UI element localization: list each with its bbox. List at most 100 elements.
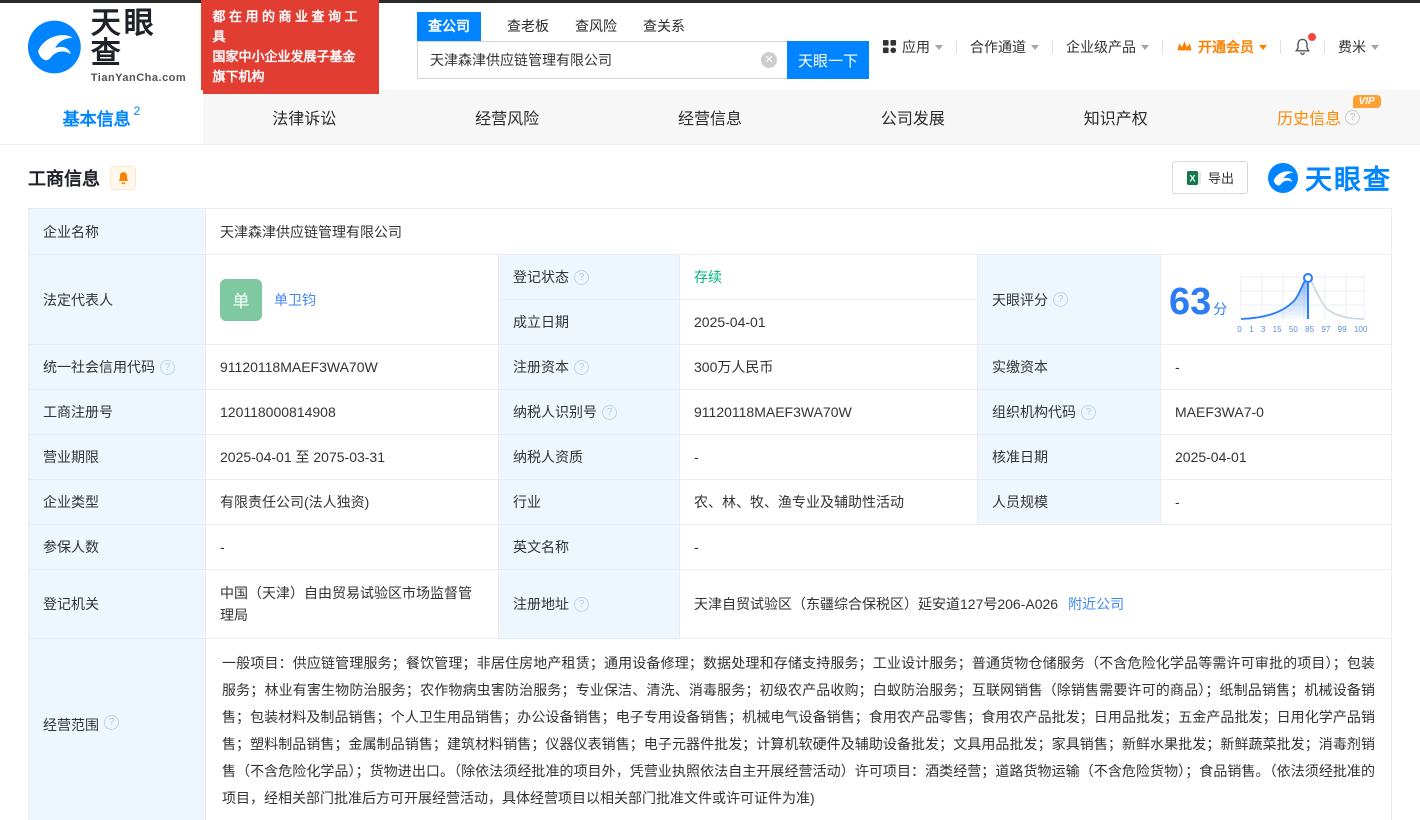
notifications-button[interactable] <box>1281 32 1324 56</box>
tab-business-info-label: 经营信息 <box>678 111 743 128</box>
score-marker <box>1303 272 1314 283</box>
clear-search-icon[interactable]: ✕ <box>761 52 777 68</box>
field-label-legal-rep: 法定代表人 <box>29 255 205 344</box>
chevron-down-icon <box>1031 45 1039 50</box>
monitor-bell-button[interactable] <box>110 165 136 190</box>
field-value-paid-capital: - <box>1161 345 1391 389</box>
search-tab-risk[interactable]: 查风险 <box>575 16 617 41</box>
help-icon[interactable]: ? <box>574 269 589 285</box>
excel-icon: X <box>1186 170 1201 185</box>
tab-intellectual-property[interactable]: 知识产权 <box>1014 90 1217 144</box>
field-value-registration-authority: 中国（天津）自由贸易试验区市场监督管理局 <box>206 570 498 638</box>
nav-partner-channel[interactable]: 合作通道 <box>957 37 1052 57</box>
nav-vip-label: 开通会员 <box>1198 38 1254 55</box>
field-label-english-name: 英文名称 <box>499 525 679 569</box>
tianyancha-logo-icon <box>1268 162 1298 193</box>
help-icon[interactable]: ? <box>1345 109 1361 125</box>
tab-history-info[interactable]: VIP 历史信息 ? <box>1217 90 1420 144</box>
section-header: 工商信息 X 导出 天眼查 <box>0 145 1420 208</box>
field-label-registered-address: 注册地址? <box>499 570 679 638</box>
nav-apps[interactable]: 应用 <box>869 37 956 57</box>
tab-legal-litigation-label: 法律诉讼 <box>272 111 337 128</box>
field-label-staff-size: 人员规模 <box>978 480 1160 524</box>
bell-icon <box>118 171 128 184</box>
top-nav: 应用 合作通道 企业级产品 开通会员 费米 <box>869 32 1392 57</box>
field-label-reg-status: 登记状态? <box>499 255 679 299</box>
search-tabs: 查公司 查老板 查风险 查关系 <box>417 12 869 41</box>
crown-icon <box>1177 41 1192 51</box>
field-value-approval-date: 2025-04-01 <box>1161 435 1391 479</box>
business-info-table: 企业名称 天津森津供应链管理有限公司 法定代表人 单 单卫钧 登记状态? 存续 … <box>28 208 1392 820</box>
tab-company-development-label: 公司发展 <box>880 111 945 128</box>
search-tab-relation[interactable]: 查关系 <box>643 16 685 41</box>
help-icon[interactable]: ? <box>602 404 617 420</box>
help-icon[interactable]: ? <box>574 359 589 375</box>
search-button[interactable]: 天眼一下 <box>787 41 869 79</box>
tab-business-risk[interactable]: 经营风险 <box>406 90 609 144</box>
field-value-registered-address: 天津自贸试验区（东疆综合保税区）延安道127号206-A026 附近公司 <box>680 570 1391 638</box>
field-value-credit-code: 91120118MAEF3WA70W <box>206 345 498 389</box>
slogan-line2: 国家中小企业发展子基金旗下机构 <box>212 48 356 84</box>
chevron-down-icon <box>1371 45 1379 50</box>
registered-address-text: 天津自贸试验区（东疆综合保税区）延安道127号206-A026 <box>694 596 1059 612</box>
tab-history-info-label: 历史信息 <box>1277 111 1342 128</box>
bell-icon <box>1295 38 1310 55</box>
search-tab-boss[interactable]: 查老板 <box>507 16 549 41</box>
tab-company-development[interactable]: 公司发展 <box>811 90 1014 144</box>
export-button[interactable]: X 导出 <box>1171 161 1248 194</box>
field-value-business-term: 2025-04-01 至 2075-03-31 <box>206 435 498 479</box>
chevron-down-icon <box>1259 45 1267 50</box>
field-label-org-code: 组织机构代码? <box>978 390 1160 434</box>
nav-enterprise-products[interactable]: 企业级产品 <box>1053 37 1162 57</box>
brand-domain: TianYanCha.com <box>90 72 187 84</box>
help-icon[interactable]: ? <box>1081 404 1096 420</box>
tab-legal-litigation[interactable]: 法律诉讼 <box>203 90 406 144</box>
score-unit: 分 <box>1213 300 1228 317</box>
help-icon[interactable]: ? <box>104 715 119 730</box>
field-label-business-scope: 经营范围? <box>29 639 205 820</box>
search-tab-company[interactable]: 查公司 <box>417 12 481 41</box>
field-label-taxpayer-qualification: 纳税人资质 <box>499 435 679 479</box>
nearby-companies-link[interactable]: 附近公司 <box>1068 594 1124 614</box>
nav-apps-label: 应用 <box>902 38 930 55</box>
score-curve-chart <box>1240 272 1365 320</box>
section-title: 工商信息 <box>28 168 100 189</box>
field-label-insured-count: 参保人数 <box>29 525 205 569</box>
svg-text:X: X <box>1189 173 1195 183</box>
brand-watermark: 天眼查 <box>1268 158 1392 197</box>
chevron-down-icon <box>935 45 943 50</box>
field-value-industry: 农、林、牧、渔专业及辅助性活动 <box>680 480 977 524</box>
help-icon[interactable]: ? <box>1053 292 1068 307</box>
score-axis-ticks: 0 1 3 15 50 85 97 99 100 <box>1237 324 1368 334</box>
nav-enterprise-label: 企业级产品 <box>1066 38 1136 55</box>
search-input[interactable] <box>417 41 787 79</box>
nav-user-account[interactable]: 费米 <box>1325 37 1392 57</box>
legal-rep-avatar[interactable]: 单 <box>220 278 262 321</box>
field-label-company-type: 企业类型 <box>29 480 205 524</box>
field-value-company-name: 天津森津供应链管理有限公司 <box>206 209 1391 254</box>
help-icon[interactable]: ? <box>160 359 175 375</box>
field-value-taxpayer-id: 91120118MAEF3WA70W <box>680 390 977 434</box>
field-value-reg-capital: 300万人民币 <box>680 345 977 389</box>
help-icon[interactable]: ? <box>574 596 589 612</box>
field-value-legal-rep: 单 单卫钧 <box>206 255 498 344</box>
field-label-registration-authority: 登记机关 <box>29 570 205 638</box>
tianyancha-logo[interactable]: 天眼查 TianYanCha.com <box>28 9 187 84</box>
field-value-score[interactable]: 63 分 0 1 3 15 50 85 97 99 100 <box>1161 255 1391 344</box>
tab-basic-info[interactable]: 基本信息 2 <box>0 90 203 144</box>
field-label-score: 天眼评分? <box>978 255 1160 344</box>
nav-open-vip[interactable]: 开通会员 <box>1163 37 1280 57</box>
tianyancha-logo-icon <box>28 20 81 73</box>
field-label-approval-date: 核准日期 <box>978 435 1160 479</box>
field-value-company-type: 有限责任公司(法人独资) <box>206 480 498 524</box>
tab-business-info[interactable]: 经营信息 <box>609 90 812 144</box>
legal-rep-link[interactable]: 单卫钧 <box>274 290 316 310</box>
score-chart: 0 1 3 15 50 85 97 99 100 <box>1237 270 1367 334</box>
field-value-staff-size: - <box>1161 480 1391 524</box>
site-header: 天眼查 TianYanCha.com 都在用的商业查询工具 国家中小企业发展子基… <box>0 0 1420 94</box>
field-value-taxpayer-qualification: - <box>680 435 977 479</box>
brand-watermark-text: 天眼查 <box>1305 165 1392 195</box>
username: 费米 <box>1338 38 1366 55</box>
field-label-business-term: 营业期限 <box>29 435 205 479</box>
slogan-banner: 都在用的商业查询工具 国家中小企业发展子基金旗下机构 <box>201 0 379 94</box>
